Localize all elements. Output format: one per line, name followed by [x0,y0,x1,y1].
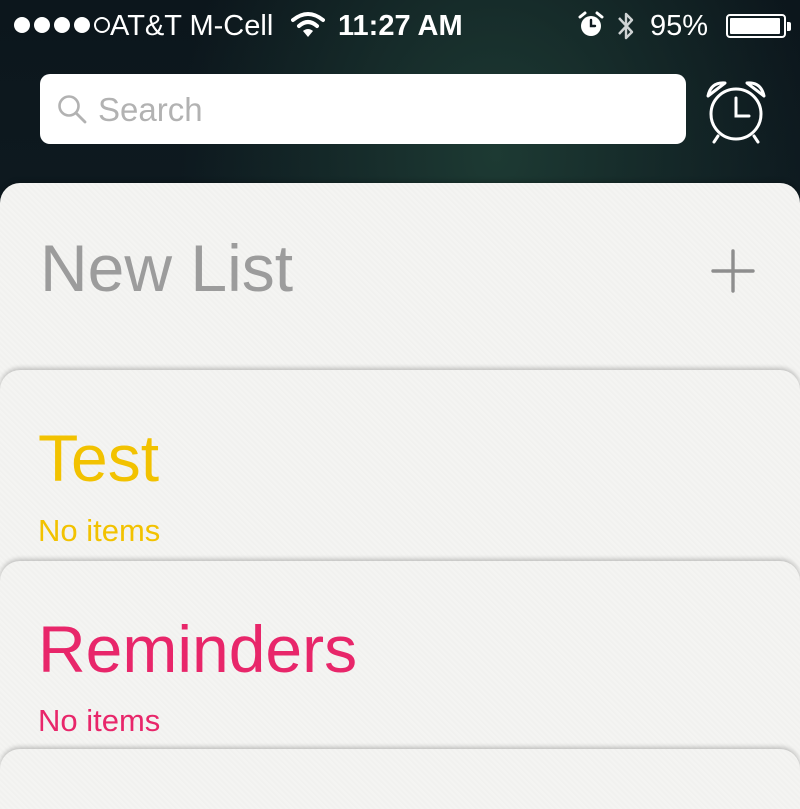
signal-dot [14,17,30,33]
search-icon [58,95,87,124]
signal-dot [34,17,50,33]
list-title: Reminders [38,612,358,686]
alarm-clock-icon[interactable] [703,78,769,144]
list-title: Test [38,421,160,495]
new-list-title[interactable]: New List [40,232,293,304]
status-time: 11:27 AM [338,10,463,42]
signal-dot-empty [94,17,110,33]
battery-nub [787,22,791,31]
bluetooth-icon [618,12,634,40]
battery-icon [726,14,791,38]
signal-dots-icon [14,17,110,33]
status-bar: AT&T M-Cell 11:27 AM 95% [0,0,800,52]
signal-dot [54,17,70,33]
signal-dot [74,17,90,33]
list-subtitle: No items [38,703,161,738]
wifi-icon [291,12,325,37]
search-bar[interactable] [40,74,686,146]
list-subtitle: No items [38,513,161,548]
battery-fill [730,18,780,34]
alarm-icon [578,11,604,36]
battery-percent: 95% [650,10,709,42]
plus-icon[interactable] [711,249,755,293]
carrier-name: AT&T M-Cell [110,10,274,42]
list-card-partial[interactable] [0,749,800,809]
search-input[interactable] [96,74,670,146]
